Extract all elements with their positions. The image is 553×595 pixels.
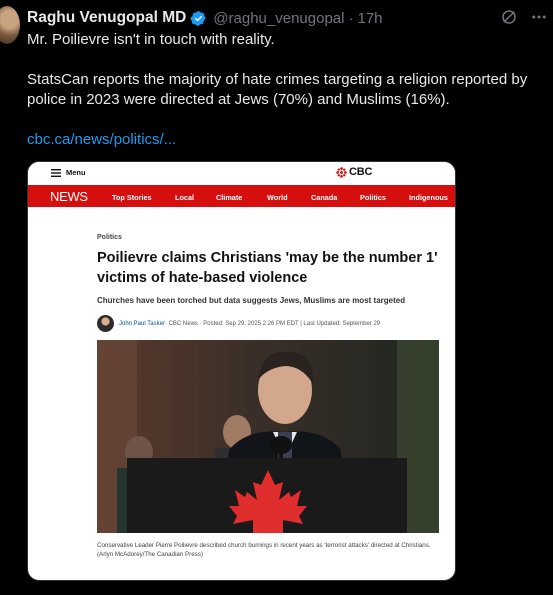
tweet-link[interactable]: cbc.ca/news/politics/... — [27, 131, 176, 148]
cbc-logo-text: CBC — [349, 166, 373, 178]
more-icon[interactable] — [530, 8, 548, 26]
article-photo — [97, 340, 439, 533]
tweet-timestamp[interactable]: 17h — [357, 10, 382, 27]
cbc-top-bar: Menu CBC — [28, 162, 455, 184]
cbc-logo: CBC — [336, 166, 372, 178]
grok-icon[interactable] — [500, 8, 518, 26]
link-preview-card[interactable]: Menu CBC NEWS Top Stories Local Climate … — [27, 161, 456, 581]
nav-item-canada[interactable]: Canada — [311, 193, 337, 202]
header-separator: · — [348, 9, 354, 27]
nav-item-world[interactable]: World — [267, 193, 288, 202]
photo-caption: Conservative Leader Pierre Poilievre des… — [97, 542, 431, 558]
author-avatar[interactable] — [0, 6, 20, 44]
nav-item-local[interactable]: Local — [175, 193, 194, 202]
nav-item-politics[interactable]: Politics — [360, 193, 386, 202]
cbc-gem-icon — [336, 166, 347, 178]
tweet-text: Mr. Poilievre isn't in touch with realit… — [27, 30, 547, 150]
byline-author[interactable]: John Paul Tasker — [119, 321, 165, 327]
author-photo — [97, 315, 114, 332]
menu-icon[interactable] — [51, 169, 61, 177]
verified-badge-icon — [190, 10, 207, 26]
nav-item-top-stories[interactable]: Top Stories — [112, 193, 152, 202]
nav-item-climate[interactable]: Climate — [216, 193, 242, 202]
article-byline: John Paul Tasker · CBC News · Posted: Se… — [97, 315, 380, 332]
author-name[interactable]: Raghu Venugopal MD — [27, 9, 186, 27]
article-photo-image — [97, 340, 439, 533]
tweet-text-line-1: Mr. Poilievre isn't in touch with realit… — [27, 31, 275, 48]
tweet-text-line-2: StatsCan reports the majority of hate cr… — [27, 71, 528, 108]
menu-label[interactable]: Menu — [66, 168, 86, 177]
section-label[interactable]: Politics — [97, 234, 122, 241]
article-headline: Poilievre claims Christians 'may be the … — [97, 250, 438, 286]
article-deck: Churches have been torched but data sugg… — [97, 296, 406, 305]
cbc-navbar: NEWS Top Stories Local Climate World Can… — [28, 185, 455, 207]
nav-news[interactable]: NEWS — [50, 189, 88, 204]
author-handle[interactable]: @raghu_venugopal — [213, 10, 344, 27]
tweet: Raghu Venugopal MD @raghu_venugopal · 17… — [0, 0, 553, 595]
byline-details: · CBC News · Posted: Sep 29, 2025 2:26 P… — [164, 320, 381, 327]
nav-item-indigenous[interactable]: Indigenous — [409, 193, 448, 202]
tweet-header: Raghu Venugopal MD @raghu_venugopal · 17… — [27, 8, 383, 28]
